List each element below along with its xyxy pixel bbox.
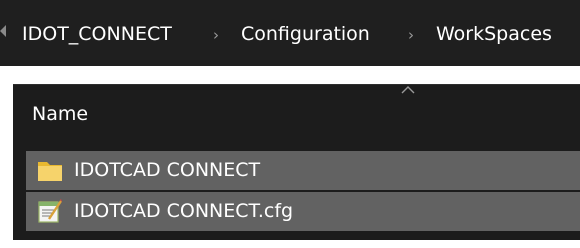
file-list-pane: Name IDOTCAD CONNECT IDOTCAD CONNECT.cfg (0, 82, 580, 248)
column-header-name[interactable]: Name (32, 101, 88, 127)
list-item-label: IDOTCAD CONNECT.cfg (74, 200, 294, 222)
breadcrumb-item-configuration[interactable]: Configuration (241, 20, 370, 48)
file-list: Name IDOTCAD CONNECT IDOTCAD CONNECT.cfg (13, 84, 580, 241)
breadcrumb-separator-icon[interactable]: › (408, 22, 414, 48)
chevron-up-icon[interactable] (401, 85, 415, 95)
breadcrumb-overflow-icon[interactable] (0, 25, 6, 37)
breadcrumb: IDOT_CONNECT › Configuration › WorkSpace… (0, 0, 580, 66)
folder-icon (38, 162, 62, 181)
list-item-folder[interactable]: IDOTCAD CONNECT (26, 151, 580, 190)
breadcrumb-item-idot-connect[interactable]: IDOT_CONNECT (22, 20, 172, 48)
config-file-icon (38, 199, 62, 223)
toolbar-divider (0, 66, 580, 82)
bottom-divider (0, 240, 580, 248)
list-item-cfg-file[interactable]: IDOTCAD CONNECT.cfg (26, 192, 580, 231)
breadcrumb-item-workspaces[interactable]: WorkSpaces (436, 20, 552, 48)
list-item-label: IDOTCAD CONNECT (74, 159, 261, 181)
breadcrumb-separator-icon[interactable]: › (213, 22, 219, 48)
